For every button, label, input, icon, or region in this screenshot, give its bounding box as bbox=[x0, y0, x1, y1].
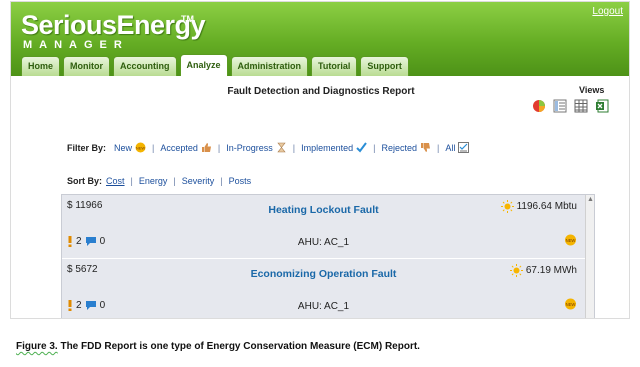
filter-all-label: All bbox=[445, 142, 456, 153]
views-label: Views bbox=[579, 85, 605, 95]
tab-accounting[interactable]: Accounting bbox=[113, 56, 177, 76]
select-all-icon bbox=[458, 142, 470, 153]
fault-equipment: AHU: AC_1 bbox=[297, 301, 350, 312]
excel-export-icon[interactable] bbox=[595, 99, 609, 113]
fault-list: $ 11966 Heating Lockout Fault 1196.64 Mb… bbox=[61, 194, 595, 318]
pie-chart-icon[interactable] bbox=[532, 99, 546, 113]
sort-cost[interactable]: Cost bbox=[106, 176, 125, 186]
checkmark-icon bbox=[356, 142, 367, 153]
sun-icon bbox=[500, 200, 514, 213]
separator: | bbox=[130, 176, 133, 186]
fault-equipment: AHU: AC_1 bbox=[297, 237, 350, 248]
filter-bar: Filter By: New NEW | Accepted | In-Progr… bbox=[67, 142, 470, 153]
separator: | bbox=[437, 142, 440, 153]
filter-accepted[interactable]: Accepted bbox=[160, 142, 212, 153]
logout-link[interactable]: Logout bbox=[592, 6, 623, 17]
svg-text:NEW: NEW bbox=[566, 238, 576, 243]
new-badge-icon: NEW bbox=[135, 142, 146, 153]
fault-energy: 1196.64 Mbtu bbox=[500, 200, 577, 213]
thumbs-up-icon bbox=[201, 143, 211, 152]
hourglass-icon bbox=[277, 142, 286, 153]
sort-posts[interactable]: Posts bbox=[229, 176, 252, 186]
tab-analyze[interactable]: Analyze bbox=[179, 54, 228, 76]
tab-support[interactable]: Support bbox=[360, 56, 409, 76]
new-badge-icon[interactable]: NEW bbox=[564, 298, 577, 310]
separator: | bbox=[292, 142, 296, 153]
separator: | bbox=[173, 176, 176, 186]
scroll-up-arrow-icon[interactable]: ▲ bbox=[586, 195, 595, 204]
filter-in-progress[interactable]: In-Progress bbox=[226, 142, 287, 153]
list-scrollbar[interactable]: ▲ bbox=[585, 195, 595, 318]
filter-rejected-label: Rejected bbox=[381, 142, 418, 153]
tab-administration[interactable]: Administration bbox=[230, 56, 309, 76]
figure-caption: Figure 3. The FDD Report is one type of … bbox=[16, 341, 420, 352]
filter-implemented-label: Implemented bbox=[301, 142, 354, 153]
fault-card[interactable]: $ 11966 Heating Lockout Fault 1196.64 Mb… bbox=[62, 195, 585, 257]
logo: SeriousEnergy bbox=[21, 10, 206, 40]
tab-home[interactable]: Home bbox=[21, 56, 61, 76]
filter-new[interactable]: New NEW bbox=[114, 142, 146, 153]
filter-implemented[interactable]: Implemented bbox=[301, 142, 367, 153]
app-window: SeriousEnergy TM MANAGER Logout Home Mon… bbox=[10, 1, 630, 319]
sun-icon bbox=[509, 264, 523, 277]
caption-text: The FDD Report is one type of Energy Con… bbox=[57, 341, 420, 352]
separator: | bbox=[152, 142, 155, 153]
filter-in-progress-label: In-Progress bbox=[226, 142, 273, 153]
separator: | bbox=[373, 142, 376, 153]
filter-new-label: New bbox=[114, 142, 133, 153]
filter-accepted-label: Accepted bbox=[160, 142, 198, 153]
tab-monitor[interactable]: Monitor bbox=[63, 56, 111, 76]
figure-number: Figure 3. bbox=[16, 341, 58, 352]
fault-card[interactable]: $ 5672 Economizing Operation Fault 67.19… bbox=[62, 258, 585, 318]
fault-title[interactable]: Economizing Operation Fault bbox=[62, 268, 585, 280]
new-badge-icon[interactable]: NEW bbox=[564, 234, 577, 246]
table-view-icon[interactable] bbox=[574, 99, 588, 113]
tab-tutorial[interactable]: Tutorial bbox=[311, 56, 358, 76]
fault-energy-value: 1196.64 Mbtu bbox=[516, 201, 577, 212]
sort-label: Sort By: bbox=[67, 176, 103, 186]
filter-label: Filter By: bbox=[67, 142, 107, 153]
sort-bar: Sort By: Cost | Energy | Severity | Post… bbox=[67, 176, 251, 186]
app-header: SeriousEnergy TM MANAGER Logout Home Mon… bbox=[11, 2, 629, 76]
filter-rejected[interactable]: Rejected bbox=[382, 142, 432, 153]
thumbs-down-icon bbox=[421, 143, 431, 152]
list-view-icon[interactable] bbox=[553, 99, 567, 113]
separator: | bbox=[220, 176, 223, 186]
separator: | bbox=[217, 142, 221, 153]
fault-energy: 67.19 MWh bbox=[509, 264, 577, 277]
page-title: Fault Detection and Diagnostics Report bbox=[227, 86, 415, 97]
svg-text:NEW: NEW bbox=[566, 302, 576, 307]
filter-all[interactable]: All bbox=[445, 142, 470, 153]
logo-trademark: TM bbox=[181, 14, 194, 24]
view-switcher bbox=[532, 99, 609, 113]
svg-text:NEW: NEW bbox=[136, 145, 146, 150]
fault-energy-value: 67.19 MWh bbox=[525, 265, 577, 276]
main-tabs: Home Monitor Accounting Analyze Administ… bbox=[21, 54, 409, 76]
sort-energy[interactable]: Energy bbox=[139, 176, 168, 186]
logo-subtitle: MANAGER bbox=[23, 39, 129, 51]
sort-severity[interactable]: Severity bbox=[182, 176, 215, 186]
